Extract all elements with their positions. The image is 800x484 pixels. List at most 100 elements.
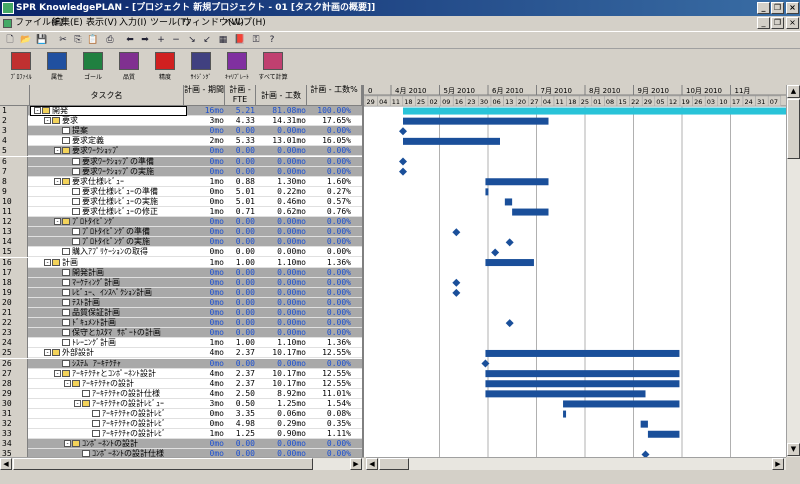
table-row[interactable]: 9 要求仕様ﾚﾋﾞｭｰの準備 0mo 5.01 0.22mo 0.27% — [0, 186, 362, 197]
table-row[interactable]: 25 - 外部設計 4mo 2.37 10.17mo 12.55% — [0, 348, 362, 359]
table-row[interactable]: 32 ｱｰｷﾃｸﾁｬの設計ﾚﾋﾞ 0mo 4.98 0.29mo 0.35% — [0, 419, 362, 430]
task-name-cell[interactable]: - 計画 — [30, 258, 197, 268]
table-row[interactable]: 8 - 要求仕様ﾚﾋﾞｭｰ 1mo 0.88 1.30mo 1.60% — [0, 176, 362, 187]
key-icon[interactable]: ⚿ — [250, 35, 262, 46]
collapse-toggle-icon[interactable]: - — [44, 258, 51, 266]
task-name-cell[interactable]: ﾚﾋﾞｭｰ、ｲﾝｽﾍﾟｸｼｮﾝ計画 — [30, 288, 207, 298]
task-name-cell[interactable]: ﾏｰｹﾃｨﾝｸﾞ計画 — [30, 278, 207, 288]
arrow-left-icon[interactable]: ⬅ — [124, 35, 136, 46]
grid-horizontal-scrollbar[interactable]: ◀ ▶ — [0, 457, 364, 470]
menu-edit[interactable]: 編集(E) — [52, 16, 83, 31]
task-name-cell[interactable]: ﾃｽﾄ計画 — [30, 298, 207, 308]
table-row[interactable]: 19 ﾚﾋﾞｭｰ、ｲﾝｽﾍﾟｸｼｮﾝ計画 0mo 0.00 0.00mo 0.00% — [0, 287, 362, 298]
profile-button[interactable]: ﾌﾟﾛﾌｧｲﾙ — [4, 51, 38, 83]
calibrate-button[interactable]: ｷｬﾘﾌﾞﾚｰﾄ — [220, 51, 254, 83]
menu-help[interactable]: ヘルプ(H) — [225, 16, 266, 31]
task-name-cell[interactable]: - ﾌﾟﾛﾄﾀｲﾋﾟﾝｸﾞ — [30, 217, 207, 227]
task-name-cell[interactable]: 要求定義 — [30, 136, 207, 146]
table-row[interactable]: 14 ﾌﾟﾛﾄﾀｲﾋﾟﾝｸﾞの実施 0mo 0.00 0.00mo 0.00% — [0, 237, 362, 248]
collapse-toggle-icon[interactable]: - — [54, 218, 61, 226]
gantt-scroll-left-button[interactable]: ◀ — [366, 458, 378, 470]
task-name-cell[interactable]: ｼｽﾃﾑ ｱｰｷﾃｸﾁｬ — [30, 359, 207, 369]
collapse-toggle-icon[interactable]: - — [64, 379, 71, 387]
task-name-cell[interactable]: ﾄﾞｷｭﾒﾝﾄ計画 — [30, 318, 207, 328]
task-name-cell[interactable]: - 要求仕様ﾚﾋﾞｭｰ — [30, 177, 207, 187]
collapse-toggle-icon[interactable]: - — [44, 349, 51, 357]
table-row[interactable]: 13 ﾌﾟﾛﾄﾀｲﾋﾟﾝｸﾞの準備 0mo 0.00 0.00mo 0.00% — [0, 227, 362, 238]
doc-minimize-button[interactable]: _ — [757, 17, 770, 29]
collapse-toggle-icon[interactable]: - — [54, 147, 61, 155]
help-icon[interactable]: ? — [266, 35, 278, 46]
grid-horizontal-scroll-thumb[interactable] — [13, 458, 313, 470]
table-row[interactable]: 23 保守とｶｽﾀﾏ ｻﾎﾟｰﾄの計画 0mo 0.00 0.00mo 0.00% — [0, 328, 362, 339]
table-row[interactable]: 18 ﾏｰｹﾃｨﾝｸﾞ計画 0mo 0.00 0.00mo 0.00% — [0, 277, 362, 288]
table-row[interactable]: 6 要求ﾜｰｸｼｮｯﾌﾟの準備 0mo 0.00 0.00mo 0.00% — [0, 156, 362, 167]
task-name-cell[interactable]: - 要求 — [30, 116, 197, 126]
collapse-toggle-icon[interactable]: - — [74, 399, 81, 407]
table-row[interactable]: 26 ｼｽﾃﾑ ｱｰｷﾃｸﾁｬ 0mo 0.00 0.00mo 0.00% — [0, 358, 362, 369]
attributes-button[interactable]: 属性 — [40, 51, 74, 83]
table-row[interactable]: 4 要求定義 2mo 5.33 13.01mo 16.05% — [0, 136, 362, 147]
task-name-cell[interactable]: 保守とｶｽﾀﾏ ｻﾎﾟｰﾄの計画 — [30, 328, 207, 338]
doc-close-button[interactable]: × — [786, 17, 799, 29]
table-row[interactable]: 30 - ｱｰｷﾃｸﾁｬの設計ﾚﾋﾞｭｰ 3mo 0.50 1.25mo 1.54% — [0, 398, 362, 409]
table-row[interactable]: 11 要求仕様ﾚﾋﾞｭｰの修正 1mo 0.71 0.62mo 0.76% — [0, 207, 362, 217]
scroll-up-button[interactable]: ▲ — [787, 85, 800, 98]
doc-restore-button[interactable]: ❐ — [771, 17, 784, 29]
open-icon[interactable]: 📂 — [20, 35, 32, 46]
column-header-fte[interactable]: 計画 - FTE — [225, 85, 256, 106]
column-header-duration[interactable]: 計画 - 期間 — [184, 85, 225, 106]
menu-input[interactable]: 入力(I) — [119, 16, 147, 31]
collapse-toggle-icon[interactable]: - — [64, 440, 71, 448]
save-icon[interactable]: 💾 — [36, 35, 48, 46]
arrow-right-icon[interactable]: ➡ — [139, 35, 151, 46]
table-row[interactable]: 12 - ﾌﾟﾛﾄﾀｲﾋﾟﾝｸﾞ 0mo 0.00 0.00mo 0.00% — [0, 217, 362, 228]
indent-icon[interactable]: ↘ — [186, 35, 198, 46]
vertical-scroll-thumb[interactable] — [787, 99, 800, 159]
task-name-cell[interactable]: 開発計画 — [30, 268, 207, 278]
task-name-cell[interactable]: 提案 — [30, 126, 207, 136]
table-row[interactable]: 24 ﾄﾚｰﾆﾝｸﾞ計画 1mo 1.00 1.10mo 1.36% — [0, 338, 362, 349]
table-row[interactable]: 29 ｱｰｷﾃｸﾁｬの設計仕様 4mo 2.50 8.92mo 11.01% — [0, 388, 362, 399]
collapse-toggle-icon[interactable]: - — [54, 369, 61, 377]
gantt-horizontal-scroll-thumb[interactable] — [379, 458, 409, 470]
collapse-toggle-icon[interactable]: - — [44, 117, 51, 125]
table-row[interactable]: 20 ﾃｽﾄ計画 0mo 0.00 0.00mo 0.00% — [0, 297, 362, 308]
close-button[interactable]: × — [786, 2, 799, 14]
column-header-work-percent[interactable]: 計画 - 工数% — [307, 85, 362, 106]
table-row[interactable]: 27 - ｱｰｷﾃｸﾁｬとｺﾝﾎﾟｰﾈﾝﾄ設計 4mo 2.37 10.17mo 12.55… — [0, 368, 362, 379]
task-name-cell[interactable]: - 外部設計 — [30, 348, 197, 358]
table-row[interactable]: 34 - ｺﾝﾎﾟｰﾈﾝﾄの設計 0mo 0.00 0.00mo 0.00% — [0, 439, 362, 450]
table-row[interactable]: 3 提案 0mo 0.00 0.00mo 0.00% — [0, 126, 362, 137]
add-icon[interactable]: + — [155, 35, 167, 46]
table-row[interactable]: 28 - ｱｰｷﾃｸﾁｬの設計 4mo 2.37 10.17mo 12.55% — [0, 378, 362, 389]
document-icon[interactable] — [3, 19, 12, 28]
table-row[interactable]: 22 ﾄﾞｷｭﾒﾝﾄ計画 0mo 0.00 0.00mo 0.00% — [0, 318, 362, 329]
calculate-all-button[interactable]: すべて計算 — [256, 51, 290, 83]
table-row[interactable]: 16 - 計画 1mo 1.00 1.10mo 1.36% — [0, 257, 362, 268]
collapse-toggle-icon[interactable]: - — [34, 107, 41, 114]
task-name-cell[interactable]: 品質保証計画 — [30, 308, 207, 318]
column-header-task-name[interactable]: タスク名 — [30, 85, 184, 106]
table-row[interactable]: 31 ｱｰｷﾃｸﾁｬの設計ﾚﾋﾞ 0mo 3.35 0.06mo 0.08% — [0, 409, 362, 419]
gantt-scroll-right-button[interactable]: ▶ — [772, 458, 784, 470]
restore-button[interactable]: ❐ — [771, 2, 784, 14]
task-name-cell[interactable]: ﾄﾚｰﾆﾝｸﾞ計画 — [30, 338, 207, 348]
paste-icon[interactable]: 📋 — [87, 35, 99, 46]
minimize-button[interactable]: _ — [757, 2, 770, 14]
gantt-horizontal-scrollbar[interactable]: ◀ ▶ — [366, 457, 786, 470]
column-header-work[interactable]: 計画 - 工数 — [256, 85, 307, 106]
grid-scroll-right-button[interactable]: ▶ — [350, 458, 362, 470]
collapse-toggle-icon[interactable]: - — [54, 177, 61, 185]
table-row[interactable]: 35 ｺﾝﾎﾟｰﾈﾝﾄの設計仕様 0mo 0.00 0.00mo 0.00% — [0, 449, 362, 457]
new-icon[interactable]: 🗋 — [4, 35, 16, 46]
table-row[interactable]: 2 - 要求 3mo 4.33 14.31mo 17.65% — [0, 116, 362, 127]
table-row[interactable]: 7 要求ﾜｰｸｼｮｯﾌﾟの実施 0mo 0.00 0.00mo 0.00% — [0, 166, 362, 177]
table-row[interactable]: 5 - 要求ﾜｰｸｼｮｯﾌﾟ 0mo 0.00 0.00mo 0.00% — [0, 146, 362, 157]
outdent-icon[interactable]: ↙ — [201, 35, 213, 46]
quality-button[interactable]: 品質 — [112, 51, 146, 83]
goal-button[interactable]: ゴール — [76, 51, 110, 83]
task-name-cell[interactable]: - 要求ﾜｰｸｼｮｯﾌﾟ — [30, 146, 207, 156]
task-name-cell[interactable]: 購入ｱﾌﾟﾘｹｰｼｮﾝの取得 — [30, 247, 207, 257]
precision-button[interactable]: 精度 — [148, 51, 182, 83]
